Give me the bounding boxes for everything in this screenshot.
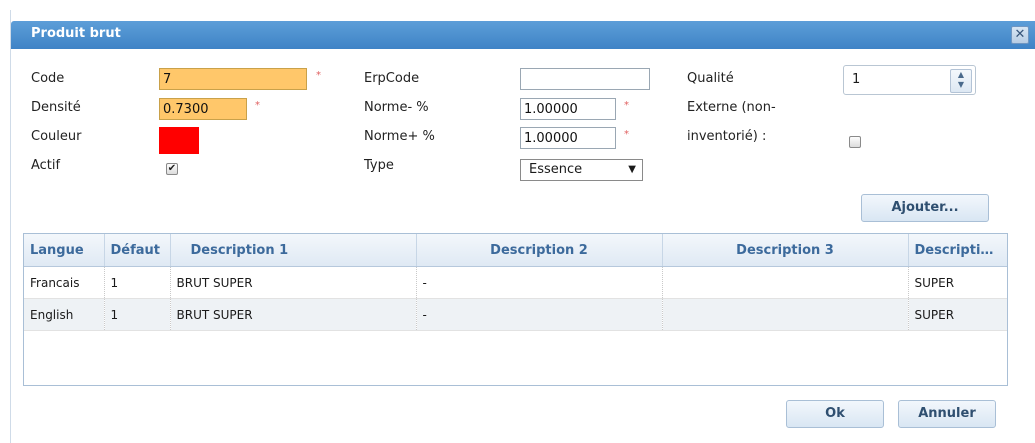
qualite-value: 1 xyxy=(852,72,861,87)
cell-description-3 xyxy=(662,298,909,331)
produit-brut-dialog: Produit brut ✕ Code * Densité * Couleur … xyxy=(10,10,1035,443)
close-icon[interactable]: ✕ xyxy=(1011,26,1029,44)
code-input[interactable] xyxy=(159,68,307,90)
ok-button[interactable]: Ok xyxy=(786,400,884,428)
cell-description-3 xyxy=(662,266,909,299)
norme-minus-label: Norme- % xyxy=(364,100,429,115)
type-select[interactable]: Essence ▼ xyxy=(520,159,643,181)
cell-description-2: - xyxy=(416,298,663,331)
column-header-description-4[interactable]: Descriptio... xyxy=(908,234,1007,267)
norme-minus-input[interactable] xyxy=(520,98,616,120)
cell-description-1: BRUT SUPER xyxy=(170,266,417,299)
cell-langue: Francais xyxy=(24,266,105,299)
cell-description-1: BRUT SUPER xyxy=(170,298,417,331)
erpcode-label: ErpCode xyxy=(364,71,420,86)
norme-plus-required-marker: * xyxy=(624,129,629,140)
qualite-stepper[interactable]: 1 ▲ ▼ xyxy=(843,65,976,95)
ajouter-button[interactable]: Ajouter... xyxy=(861,194,989,222)
column-header-defaut[interactable]: Défaut xyxy=(104,234,171,267)
densite-input[interactable] xyxy=(159,98,247,120)
code-label: Code xyxy=(31,71,65,86)
norme-plus-label: Norme+ % xyxy=(364,129,435,144)
table-row[interactable]: Francais 1 BRUT SUPER - SUPER xyxy=(24,266,1007,299)
cell-langue: English xyxy=(24,298,105,331)
type-select-value: Essence xyxy=(529,162,583,177)
grid-header-row: Langue Défaut Description 1 Description … xyxy=(24,234,1007,267)
column-header-description-1[interactable]: Description 1 xyxy=(170,234,417,267)
description-grid: Langue Défaut Description 1 Description … xyxy=(23,233,1008,386)
actif-checkbox[interactable]: ✔ xyxy=(166,163,178,175)
cell-description-4: SUPER xyxy=(908,266,1007,299)
erpcode-input[interactable] xyxy=(520,68,650,90)
norme-minus-required-marker: * xyxy=(624,100,629,111)
cell-description-4: SUPER xyxy=(908,298,1007,331)
norme-plus-input[interactable] xyxy=(520,127,616,149)
couleur-color-swatch[interactable] xyxy=(159,127,199,154)
cell-defaut: 1 xyxy=(104,298,171,331)
spinner-arrows-icon[interactable]: ▲ ▼ xyxy=(950,69,972,93)
actif-label: Actif xyxy=(31,158,61,173)
table-row[interactable]: English 1 BRUT SUPER - SUPER xyxy=(24,298,1007,331)
code-required-marker: * xyxy=(316,70,321,81)
externe-label-line2: inventorié) : xyxy=(687,129,767,144)
cell-description-2: - xyxy=(416,266,663,299)
column-header-description-3[interactable]: Description 3 xyxy=(662,234,909,267)
column-header-langue[interactable]: Langue xyxy=(24,234,105,267)
type-label: Type xyxy=(364,158,394,173)
externe-label-line1: Externe (non- xyxy=(687,100,776,115)
cell-defaut: 1 xyxy=(104,266,171,299)
couleur-label: Couleur xyxy=(31,129,82,144)
column-header-description-2[interactable]: Description 2 xyxy=(416,234,663,267)
externe-checkbox[interactable] xyxy=(849,136,861,148)
chevron-down-icon: ▼ xyxy=(628,164,636,175)
dialog-titlebar[interactable]: Produit brut ✕ xyxy=(11,21,1035,49)
densite-required-marker: * xyxy=(255,100,260,111)
annuler-button[interactable]: Annuler xyxy=(898,400,996,428)
dialog-title: Produit brut xyxy=(31,26,121,41)
densite-label: Densité xyxy=(31,100,81,115)
qualite-label: Qualité xyxy=(687,71,734,86)
